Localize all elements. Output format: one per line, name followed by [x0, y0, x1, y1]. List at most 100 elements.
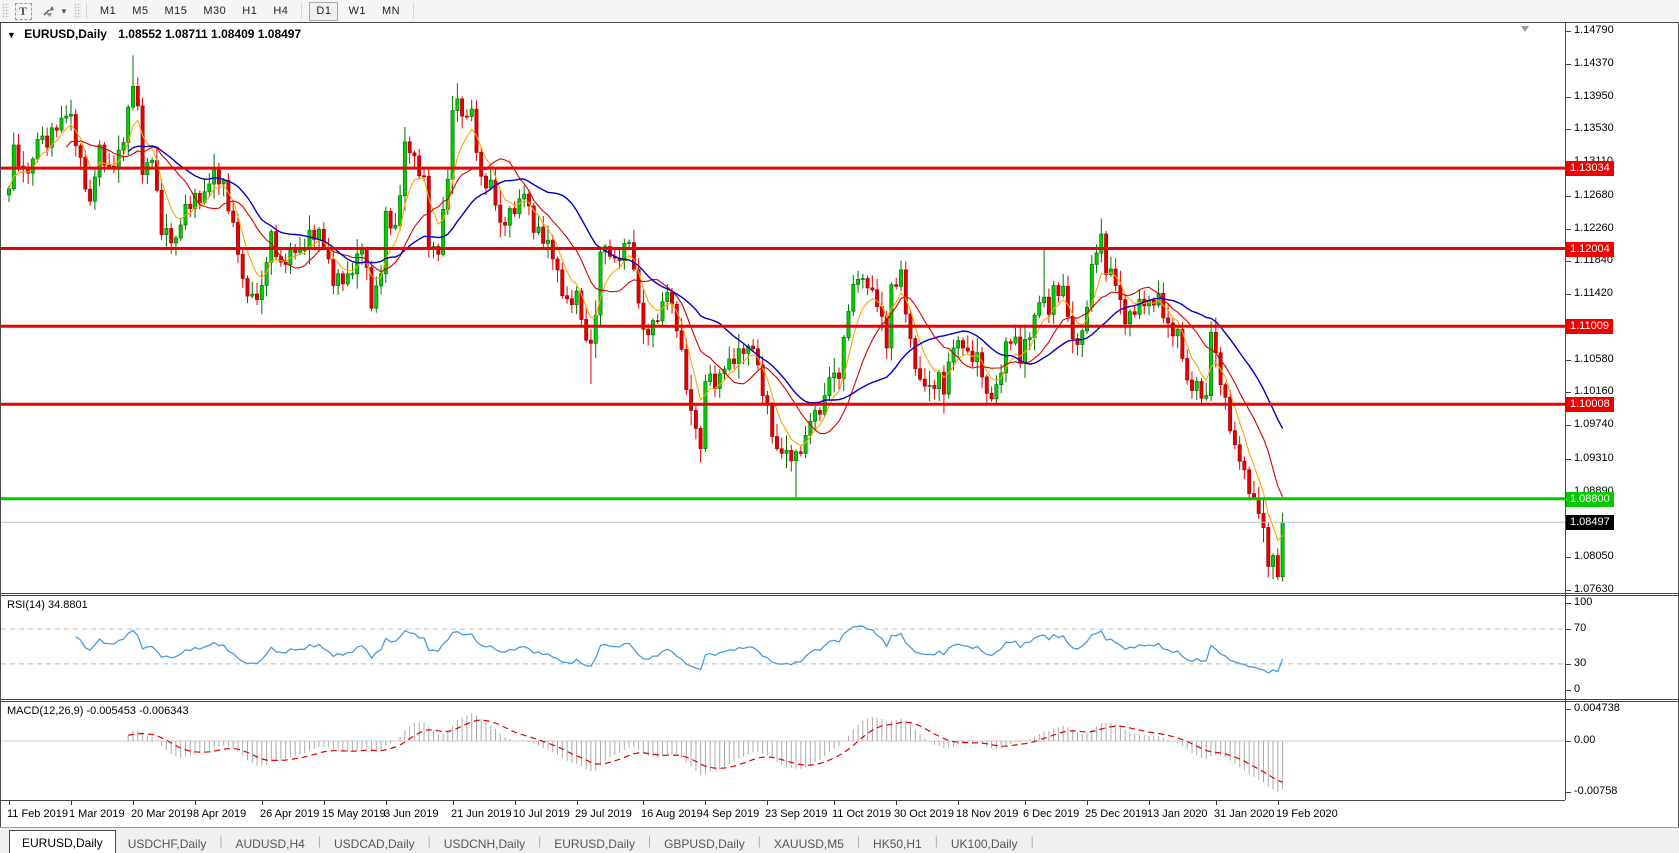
date-tick [453, 801, 454, 805]
date-label: 6 Dec 2019 [1023, 808, 1079, 820]
candle [928, 385, 931, 386]
date-label: 30 Oct 2019 [894, 808, 954, 820]
chart-tab-2[interactable]: AUDUSD,H4 [224, 833, 317, 853]
candle [408, 142, 411, 153]
price-tick: 1.11420 [1574, 287, 1613, 299]
candle [690, 390, 693, 411]
candle [914, 339, 917, 369]
chart-tab-7[interactable]: XAUUSD,M5 [762, 833, 856, 853]
candle [89, 189, 92, 201]
candle [189, 204, 192, 208]
chart-tab-1[interactable]: USDCHF,Daily [116, 833, 219, 853]
main-price-pane[interactable] [1, 23, 1565, 593]
candle [79, 146, 82, 158]
candle [36, 140, 39, 160]
macd-tick: 0.00 [1574, 734, 1595, 746]
date-tick [643, 801, 644, 805]
text-tool-button[interactable]: T [10, 2, 36, 20]
date-tick [958, 801, 959, 805]
candle [1224, 385, 1227, 398]
candle [480, 152, 483, 176]
candle [933, 385, 936, 388]
date-tick [515, 801, 516, 805]
candle [1257, 498, 1260, 514]
timeframe-button-d1[interactable]: D1 [309, 2, 338, 21]
current-price-tag: 1.08497 [1566, 515, 1614, 530]
chart-tab-6[interactable]: GBPUSD,Daily [652, 833, 757, 853]
rsi-pane[interactable]: RSI(14) 34.8801 [1, 596, 1565, 699]
candle [98, 145, 101, 177]
toolbar-grip[interactable] [2, 3, 9, 19]
price-tick: 1.14370 [1574, 57, 1614, 69]
chart-tab-8[interactable]: HK50,H1 [861, 833, 934, 853]
candle [666, 293, 669, 302]
candle [375, 286, 378, 308]
candle [780, 449, 783, 454]
timeframe-button-m1[interactable]: M1 [94, 3, 122, 20]
candle [475, 109, 478, 152]
macd-pane[interactable]: MACD(12,26,9) -0.005453 -0.006343 [1, 702, 1565, 800]
candle [69, 115, 72, 117]
candle [890, 285, 893, 348]
date-label: 21 Jun 2019 [451, 808, 512, 820]
candle [84, 158, 87, 190]
date-tick [262, 801, 263, 805]
candle [713, 374, 716, 388]
candle [876, 290, 879, 307]
timeframe-button-h4[interactable]: H4 [267, 3, 294, 20]
candle [222, 180, 225, 184]
price-axis[interactable]: 1.147901.143701.139501.135301.131101.126… [1566, 23, 1678, 826]
candle [461, 99, 464, 116]
arrows-tool-button[interactable]: ▼ [38, 2, 71, 20]
price-tick-tick [1566, 129, 1571, 130]
candle [317, 229, 320, 239]
timeframe-button-m15[interactable]: M15 [158, 3, 193, 20]
candle [771, 405, 774, 437]
date-label: 23 Sep 2019 [765, 808, 827, 820]
candle [356, 254, 359, 274]
chart-tab-5[interactable]: EURUSD,Daily [542, 833, 647, 853]
date-label: 11 Oct 2019 [832, 808, 891, 820]
price-tick: 1.09310 [1574, 452, 1614, 464]
macd-tick: 0.004738 [1574, 702, 1620, 714]
collapse-triangle-icon[interactable]: ▼ [7, 30, 16, 40]
timeframe-button-mn[interactable]: MN [376, 3, 406, 20]
candle [895, 285, 898, 287]
timeframe-button-h1[interactable]: H1 [236, 3, 263, 20]
candle [594, 315, 597, 343]
chart-tab-0-active[interactable]: EURUSD,Daily [9, 830, 116, 853]
dropdown-caret-icon: ▼ [60, 7, 68, 16]
candle [852, 284, 855, 311]
candle [322, 229, 325, 247]
chart-shift-marker[interactable] [1521, 26, 1529, 32]
timeframe-button-w1[interactable]: W1 [342, 3, 372, 20]
date-tick [896, 801, 897, 805]
rsi-line [76, 626, 1283, 673]
date-label: 8 Apr 2019 [193, 808, 246, 820]
rsi-tick-tick [1566, 690, 1571, 691]
candle [341, 274, 344, 284]
chart-tab-3[interactable]: USDCAD,Daily [322, 833, 427, 853]
rsi-tick-tick [1566, 629, 1571, 630]
timeframe-group: M1M5M15M30H1H4 D1W1MN [92, 2, 408, 21]
price-tick-tick [1566, 459, 1571, 460]
rsi-tick: 0 [1574, 683, 1580, 695]
candle [790, 450, 793, 461]
candle [275, 232, 278, 257]
toolbar-grip-2[interactable] [74, 3, 81, 19]
chart-tab-9[interactable]: UK100,Daily [939, 833, 1030, 853]
timeframe-button-m5[interactable]: M5 [126, 3, 154, 20]
candle [1276, 556, 1279, 577]
candle [217, 168, 220, 184]
date-tick [577, 801, 578, 805]
candle [670, 293, 673, 305]
candle [255, 294, 258, 300]
chart-tab-4[interactable]: USDCNH,Daily [432, 833, 537, 853]
candle [55, 128, 58, 130]
chart-ohlc-values: 1.08552 1.08711 1.08409 1.08497 [118, 27, 301, 41]
date-axis[interactable]: 11 Feb 20191 Mar 201920 Mar 20198 Apr 20… [1, 800, 1565, 827]
candle [1238, 445, 1241, 461]
timeframe-button-m30[interactable]: M30 [197, 3, 232, 20]
candle [251, 294, 254, 296]
candle [861, 279, 864, 280]
